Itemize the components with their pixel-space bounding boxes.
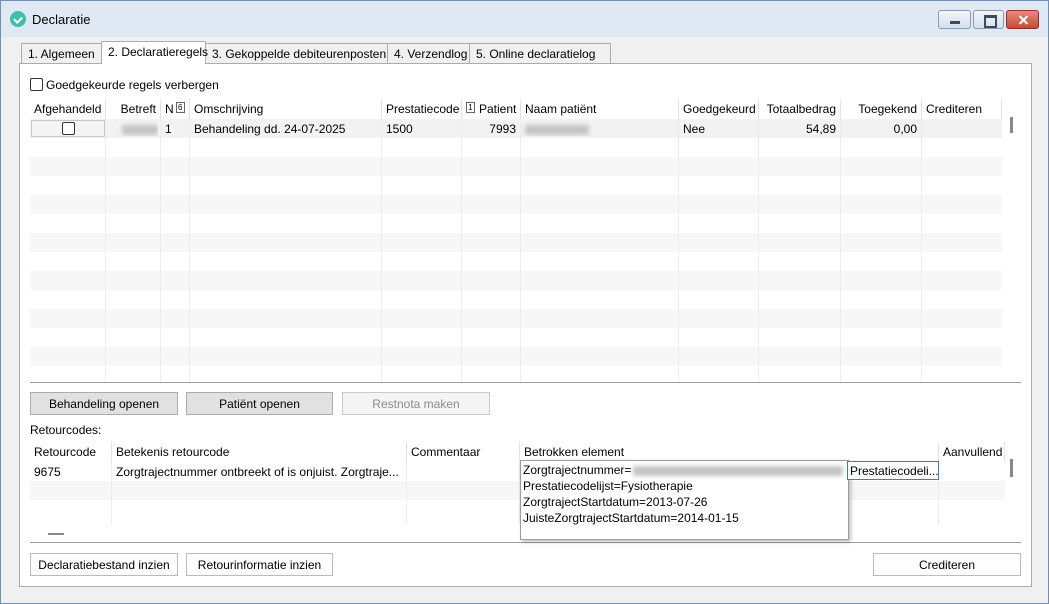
column-divider	[461, 119, 462, 382]
empty-row	[30, 366, 1002, 385]
empty-row	[30, 500, 1005, 519]
heart-icon	[10, 11, 26, 27]
view-declaration-file-button[interactable]: Declaratiebestand inzien	[30, 553, 178, 576]
open-patient-button[interactable]: Patiënt openen	[186, 392, 333, 415]
column-divider	[840, 119, 841, 382]
column-header-betekenis[interactable]: Betekenis retourcode	[112, 442, 407, 462]
column-header-afgehandeld[interactable]: Afgehandeld	[30, 99, 106, 119]
betrokken-element-selected-cell[interactable]: Prestatiecodeli...	[847, 461, 939, 480]
view-return-info-button[interactable]: Retourinformatie inzien	[186, 553, 333, 576]
empty-row	[30, 157, 1002, 176]
empty-row	[30, 309, 1002, 328]
popup-line: JuisteZorgtrajectStartdatum=2014-01-15	[523, 511, 739, 525]
column-header-betrokken-element[interactable]: Betrokken element	[520, 442, 939, 462]
empty-row	[30, 176, 1002, 195]
column-divider	[160, 119, 161, 382]
column-divider	[921, 119, 922, 382]
tab-declaratieregels[interactable]: 2. Declaratieregels	[101, 41, 208, 64]
betekenis-cell: Zorgtrajectnummer ontbreekt of is onjuis…	[116, 465, 399, 479]
close-button[interactable]	[1006, 10, 1039, 29]
crediteren-cell	[922, 120, 1001, 122]
vertical-scrollbar-thumb[interactable]	[1010, 459, 1013, 477]
tab-algemeen[interactable]: 1. Algemeen	[21, 43, 102, 63]
afgehandeld-checkbox[interactable]	[62, 122, 75, 135]
column-divider	[105, 119, 106, 382]
declaratie-window: Declaratie 1. Algemeen 2. Declaratierege…	[0, 0, 1049, 604]
column-header-prestatiecode[interactable]: Prestatiecode	[382, 99, 462, 119]
column-header-n-label: N	[165, 102, 174, 116]
afgehandeld-cell	[31, 120, 105, 137]
sort-order-icon: 1	[466, 102, 475, 113]
minimize-button[interactable]	[938, 10, 971, 29]
column-header-commentaar[interactable]: Commentaar	[407, 442, 520, 462]
naam-patient-cell	[521, 120, 678, 136]
column-header-retourcode[interactable]: Retourcode	[30, 442, 112, 462]
empty-row	[30, 252, 1002, 271]
column-header-goedgekeurd[interactable]: Goedgekeurd	[679, 99, 759, 119]
column-header-omschrijving[interactable]: Omschrijving	[190, 99, 382, 119]
empty-row	[30, 481, 1005, 500]
tab-verzendlog[interactable]: 4. Verzendlog	[387, 43, 470, 63]
omschrijving-cell: Behandeling dd. 24-07-2025	[194, 122, 346, 136]
popup-line: Zorgtrajectnummer=	[523, 463, 844, 479]
empty-row	[30, 271, 1002, 290]
empty-row	[30, 290, 1002, 309]
redacted-text	[122, 124, 158, 135]
toegekend-cell: 0,00	[893, 122, 917, 136]
commentaar-cell	[407, 463, 519, 465]
column-divider	[189, 119, 190, 382]
column-header-totaalbedrag[interactable]: Totaalbedrag	[759, 99, 841, 119]
column-header-aanvullend[interactable]: Aanvullend	[939, 442, 1005, 462]
column-divider	[758, 119, 759, 382]
patient-cell: 7993	[489, 122, 516, 136]
tab-gekoppelde-debiteurenposten[interactable]: 3. Gekoppelde debiteurenposten	[205, 43, 388, 63]
declaration-lines-table: Afgehandeld Betreft N6 Omschrijving Pres…	[30, 99, 1021, 383]
redacted-text	[525, 124, 589, 135]
column-divider	[381, 119, 382, 382]
title-bar[interactable]: Declaratie	[1, 1, 1048, 37]
vertical-scrollbar-thumb[interactable]	[1010, 117, 1013, 133]
empty-row	[30, 195, 1002, 214]
column-header-crediteren[interactable]: Crediteren	[922, 99, 1002, 119]
sort-order-icon: 6	[175, 102, 185, 113]
betreft-cell	[118, 120, 158, 136]
totaalbedrag-cell: 54,89	[805, 122, 836, 136]
column-header-toegekend[interactable]: Toegekend	[841, 99, 922, 119]
retourcode-cell: 9675	[34, 465, 61, 479]
betrokken-element-popup: Zorgtrajectnummer= Prestatiecodelijst=Fy…	[520, 460, 849, 540]
popup-line: Prestatiecodelijst=Fysiotherapie	[523, 479, 693, 493]
maximize-button[interactable]	[973, 10, 1004, 29]
hide-approved-checkbox[interactable]	[30, 78, 43, 91]
window-title: Declaratie	[32, 12, 91, 27]
make-restnota-button[interactable]: Restnota maken	[342, 392, 490, 415]
hide-approved-label: Goedgekeurde regels verbergen	[46, 78, 219, 92]
column-header-naam-patient[interactable]: Naam patiënt	[521, 99, 679, 119]
column-header-n[interactable]: N6	[161, 99, 190, 119]
horizontal-scrollbar-thumb[interactable]	[48, 533, 64, 535]
open-treatment-button[interactable]: Behandeling openen	[30, 392, 178, 415]
empty-row	[30, 233, 1002, 252]
popup-line-text: Zorgtrajectnummer=	[523, 463, 632, 477]
popup-line: ZorgtrajectStartdatum=2013-07-26	[523, 495, 708, 509]
n-cell: 1	[165, 122, 172, 136]
empty-row	[30, 347, 1002, 366]
column-divider	[678, 119, 679, 382]
column-divider	[520, 119, 521, 382]
column-header-patient-label: Patient	[479, 102, 517, 116]
empty-row	[30, 328, 1002, 347]
empty-row	[30, 138, 1002, 157]
column-header-betreft[interactable]: Betreft	[106, 99, 161, 119]
redacted-text	[633, 465, 844, 476]
tab-online-declaratielog[interactable]: 5. Online declaratielog	[469, 43, 611, 63]
column-divider	[406, 461, 407, 524]
credit-button[interactable]: Crediteren	[873, 553, 1021, 576]
column-header-patient[interactable]: 1 Patient	[462, 99, 521, 119]
empty-row	[30, 214, 1002, 233]
goedgekeurd-cell: Nee	[683, 122, 706, 136]
prestatiecode-cell: 1500	[386, 122, 413, 136]
retourcodes-label: Retourcodes:	[30, 423, 102, 437]
